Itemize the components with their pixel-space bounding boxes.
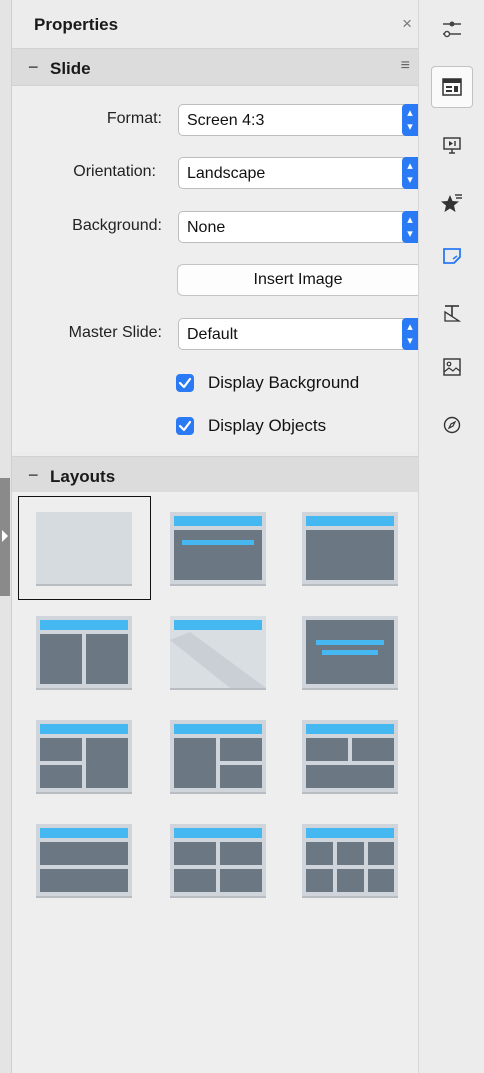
- display-background-checkbox[interactable]: [176, 374, 194, 392]
- master-slide-stepper[interactable]: ▴ ▾: [402, 318, 418, 350]
- slide-transition-tab[interactable]: [431, 124, 473, 166]
- layout-title-six-content[interactable]: [302, 824, 398, 896]
- format-select[interactable]: Screen 4:3 ▴ ▾: [178, 104, 418, 136]
- section-menu-icon[interactable]: ≡: [401, 57, 410, 75]
- layout-title-two-content-right[interactable]: [170, 720, 266, 792]
- close-icon[interactable]: ×: [402, 14, 412, 34]
- format-value: Screen 4:3: [187, 112, 265, 129]
- layout-title-content-box[interactable]: [302, 512, 398, 584]
- orientation-value: Landscape: [187, 165, 266, 182]
- slide-section-label: Slide: [50, 59, 91, 78]
- background-value: None: [187, 219, 226, 236]
- gallery-tab[interactable]: [431, 346, 473, 388]
- format-stepper[interactable]: ▴ ▾: [402, 104, 418, 136]
- orientation-stepper[interactable]: ▴ ▾: [402, 157, 418, 189]
- format-label: Format:: [106, 110, 162, 127]
- display-objects-label: Display Objects: [208, 416, 327, 435]
- sidebar-collapse-handle[interactable]: [0, 478, 10, 596]
- deck-titlebar: Properties ×: [12, 0, 418, 48]
- master-slides-icon: [443, 248, 461, 264]
- display-objects-checkbox[interactable]: [176, 417, 194, 435]
- layout-title-two-content-over[interactable]: [302, 720, 398, 792]
- layout-title-two-rows[interactable]: [36, 824, 132, 896]
- navigator-tab[interactable]: [431, 404, 473, 446]
- slide-layout-icon: [442, 78, 462, 96]
- slide-layout-tab[interactable]: [431, 66, 473, 108]
- layout-centered-text[interactable]: [302, 616, 398, 688]
- collapse-section-icon[interactable]: −: [28, 57, 39, 78]
- orientation-label: Orientation:: [73, 163, 156, 180]
- animation-tab[interactable]: [431, 182, 473, 224]
- orientation-select[interactable]: Landscape ▴ ▾: [178, 157, 418, 189]
- slide-transition-icon: [443, 137, 461, 154]
- layouts-section-header[interactable]: − Layouts: [12, 456, 418, 494]
- layout-title-two-columns[interactable]: [36, 616, 132, 688]
- animation-icon: [441, 194, 462, 212]
- styles-tab[interactable]: [431, 292, 473, 334]
- collapse-arrow-icon: [2, 530, 8, 542]
- properties-icon: [443, 21, 461, 38]
- master-slide-value: Default: [187, 326, 238, 343]
- properties-deck: Properties × − Slide ≡ Format: Screen 4:…: [12, 0, 418, 1073]
- layouts-section-label: Layouts: [50, 467, 116, 486]
- display-background-label: Display Background: [208, 373, 360, 392]
- navigator-icon: [443, 416, 461, 434]
- master-slides-tab[interactable]: [431, 234, 473, 276]
- collapse-layouts-icon[interactable]: −: [28, 465, 39, 486]
- layout-title-content-two-left[interactable]: [36, 720, 132, 792]
- gallery-icon: [443, 358, 461, 376]
- styles-icon: [444, 305, 462, 322]
- sidebar-tab-rail: [418, 0, 484, 1073]
- background-stepper[interactable]: ▴ ▾: [402, 211, 418, 243]
- layout-title-four-content[interactable]: [170, 824, 266, 896]
- master-slide-label: Master Slide:: [68, 324, 162, 341]
- deck-title: Properties: [34, 15, 119, 34]
- background-label: Background:: [72, 217, 162, 234]
- insert-image-button[interactable]: Insert Image: [177, 264, 418, 296]
- layouts-grid: [12, 492, 418, 1073]
- master-slide-select[interactable]: Default ▴ ▾: [178, 318, 418, 350]
- layout-blank-slide[interactable]: [36, 512, 132, 584]
- background-select[interactable]: None ▴ ▾: [178, 211, 418, 243]
- slide-section-header[interactable]: − Slide ≡: [12, 48, 418, 86]
- slide-section-body: Format: Screen 4:3 ▴ ▾ Orientation: Lands…: [12, 86, 418, 452]
- layout-title-only[interactable]: [170, 616, 266, 688]
- properties-tab[interactable]: [431, 8, 473, 50]
- layout-title-content[interactable]: [170, 512, 266, 584]
